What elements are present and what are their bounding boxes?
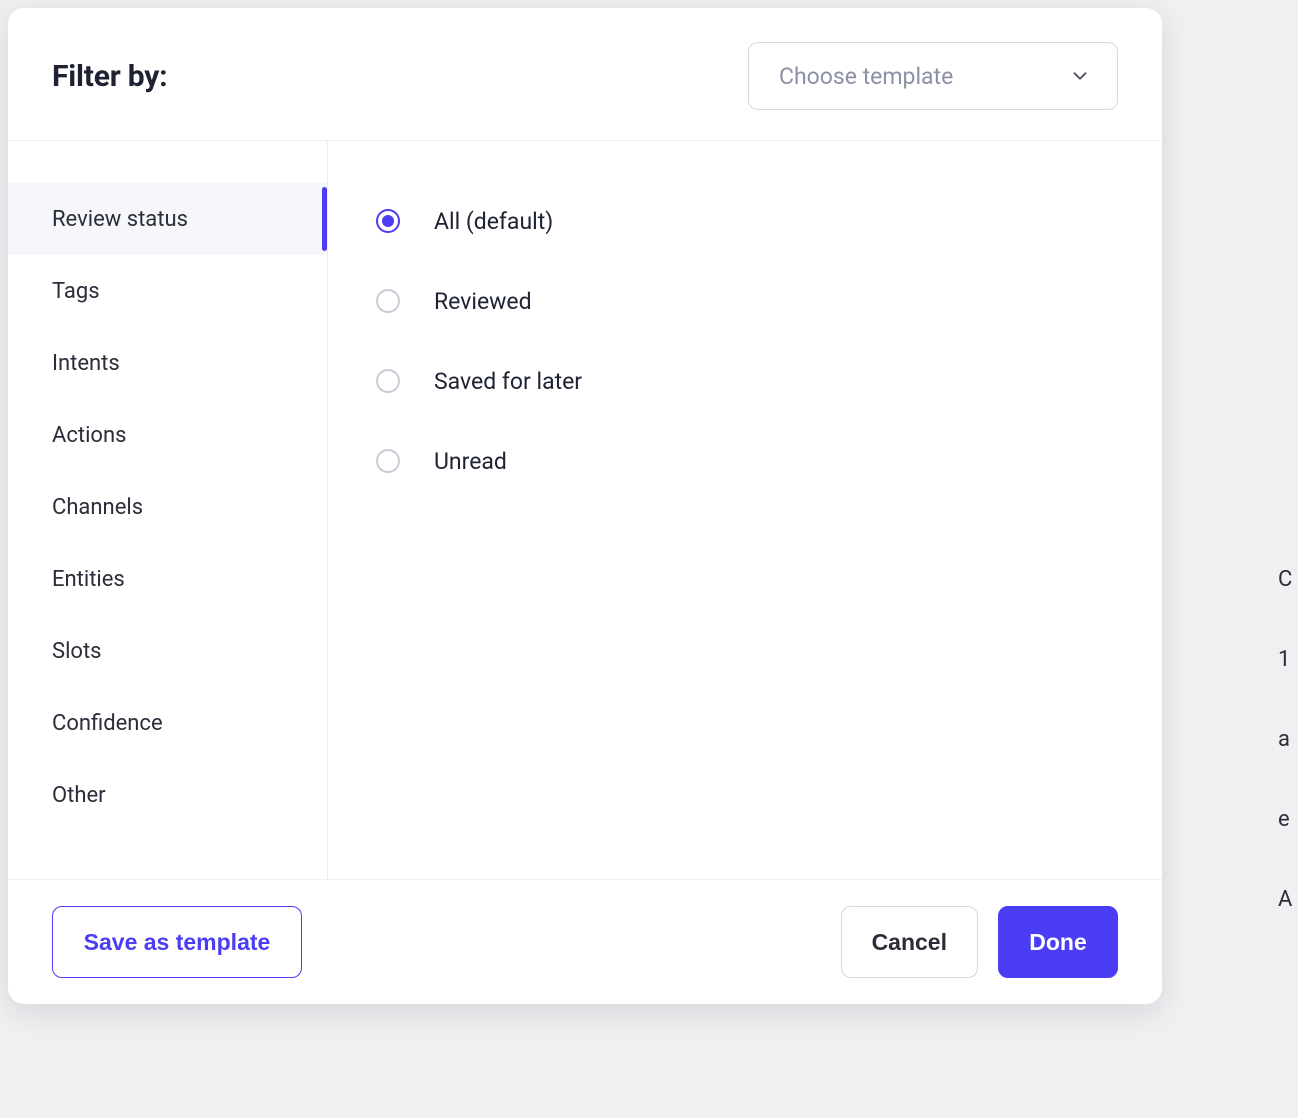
radio-option-saved-for-later[interactable]: Saved for later [376,341,1122,421]
radio-option-all[interactable]: All (default) [376,181,1122,261]
filter-category-sidebar: Review status Tags Intents Actions Chann… [8,141,328,879]
sidebar-item-review-status[interactable]: Review status [8,183,327,255]
sidebar-item-intents[interactable]: Intents [8,327,327,399]
sidebar-item-other[interactable]: Other [8,759,327,831]
radio-label: Saved for later [434,368,582,395]
sidebar-item-label: Actions [52,423,126,448]
cancel-button[interactable]: Cancel [841,906,978,978]
modal-footer: Save as template Cancel Done [8,879,1162,1004]
radio-label: All (default) [434,208,553,235]
sidebar-item-label: Other [52,783,106,808]
sidebar-item-actions[interactable]: Actions [8,399,327,471]
choose-template-placeholder: Choose template [779,63,953,90]
modal-title: Filter by: [52,59,167,94]
choose-template-select[interactable]: Choose template [748,42,1118,110]
modal-header: Filter by: Choose template [8,8,1162,141]
radio-label: Reviewed [434,288,532,315]
filter-modal: Filter by: Choose template Review status… [8,8,1162,1004]
sidebar-item-channels[interactable]: Channels [8,471,327,543]
done-button[interactable]: Done [998,906,1118,978]
sidebar-item-label: Intents [52,351,120,376]
sidebar-item-confidence[interactable]: Confidence [8,687,327,759]
sidebar-item-label: Review status [52,207,188,232]
modal-body: Review status Tags Intents Actions Chann… [8,141,1162,879]
sidebar-item-label: Tags [52,279,100,304]
sidebar-item-entities[interactable]: Entities [8,543,327,615]
radio-icon [376,449,400,473]
sidebar-item-label: Confidence [52,711,163,736]
background-text-hint: C1aeA [1278,540,1298,940]
save-as-template-button[interactable]: Save as template [52,906,302,978]
sidebar-item-label: Channels [52,495,143,520]
radio-icon [376,209,400,233]
radio-option-unread[interactable]: Unread [376,421,1122,501]
sidebar-item-label: Entities [52,567,125,592]
radio-icon [376,289,400,313]
sidebar-item-label: Slots [52,639,102,664]
radio-label: Unread [434,448,507,475]
chevron-down-icon [1069,65,1091,87]
sidebar-item-slots[interactable]: Slots [8,615,327,687]
footer-actions: Cancel Done [841,906,1118,978]
filter-options-panel: All (default) Reviewed Saved for later U… [328,141,1162,879]
radio-icon [376,369,400,393]
radio-option-reviewed[interactable]: Reviewed [376,261,1122,341]
sidebar-item-tags[interactable]: Tags [8,255,327,327]
